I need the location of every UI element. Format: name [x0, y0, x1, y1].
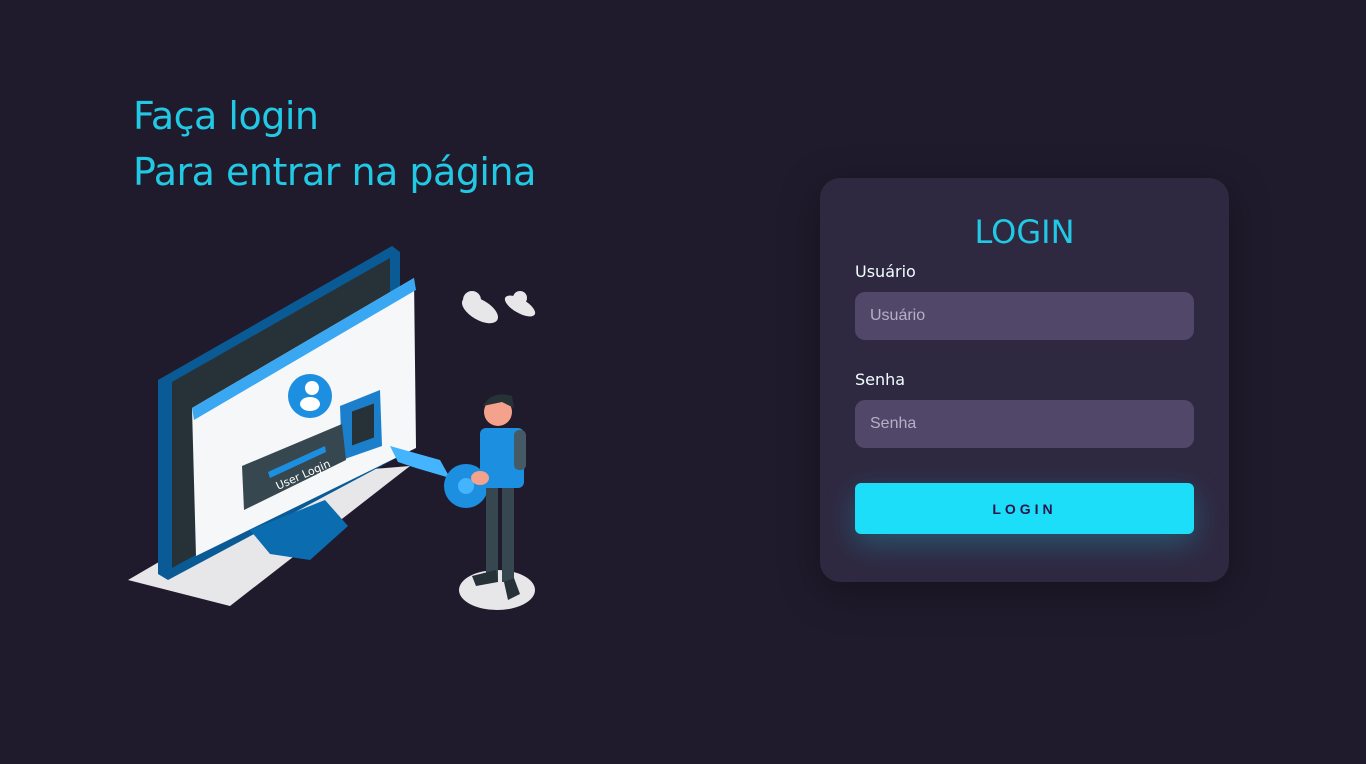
password-label: Senha	[855, 370, 906, 389]
login-title: LOGIN	[974, 213, 1075, 251]
user-login-illustration: User Login	[128, 246, 536, 610]
password-input[interactable]	[855, 400, 1194, 448]
login-button[interactable]: LOGIN	[855, 483, 1194, 534]
hero-text: Faça login Para entrar na página	[133, 88, 733, 200]
hero-title-line-2: Para entrar na página	[133, 150, 536, 194]
hero-title-line-1: Faça login	[133, 94, 319, 138]
username-input[interactable]	[855, 292, 1194, 340]
avatar-icon	[288, 374, 332, 418]
username-label: Usuário	[855, 262, 916, 281]
login-page: Faça login Para entrar na página User Lo…	[0, 0, 1366, 764]
login-card: LOGIN Usuário Senha LOGIN	[820, 178, 1229, 582]
